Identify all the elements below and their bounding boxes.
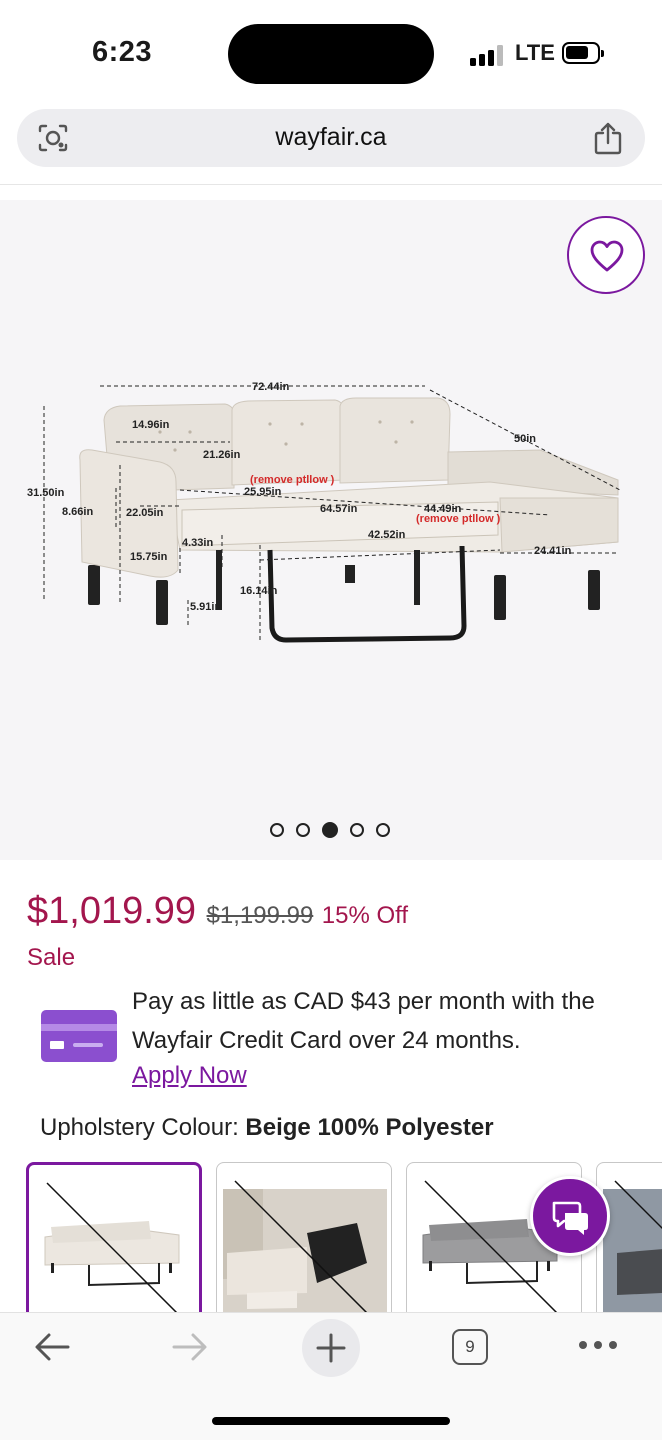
new-tab-button[interactable] (302, 1319, 360, 1377)
more-options-icon[interactable] (578, 1339, 618, 1351)
dim-bed-height: 16.14in (240, 585, 278, 597)
signal-icon (470, 44, 504, 66)
favorite-button[interactable] (567, 216, 645, 294)
header-divider (0, 184, 662, 185)
original-price: $1,199.99 (206, 902, 314, 929)
financing-text: Pay as little as CAD $43 per month with … (132, 988, 595, 1054)
address-bar[interactable]: wayfair.ca (17, 109, 645, 167)
tabs-button[interactable]: 9 (452, 1329, 488, 1365)
product-image-gallery[interactable]: 72.44in 50in 31.50in 14.96in 21.26in (re… (0, 200, 662, 860)
dim-leg: 5.91in (190, 601, 221, 613)
heart-icon (590, 240, 624, 272)
swatch-beige[interactable] (26, 1162, 202, 1312)
dim-bed-thickness: 4.33in (182, 537, 213, 549)
dim-depth: 50in (514, 433, 536, 445)
apply-now-link[interactable]: Apply Now (132, 1062, 247, 1090)
carousel-dot[interactable] (350, 822, 364, 837)
status-bar: 6:23 LTE (0, 0, 662, 100)
network-label: LTE (515, 40, 555, 65)
battery-icon (562, 42, 604, 64)
dim-remove-pillow-2: (remove ptllow ) (416, 513, 501, 525)
share-icon[interactable] (593, 121, 623, 155)
dim-chaise-depth: 24.41in (534, 545, 572, 557)
status-time: 6:23 (92, 36, 153, 68)
carousel-dot[interactable] (270, 822, 284, 837)
option-label: Upholstery Colour: (40, 1114, 246, 1141)
carousel-dot[interactable] (376, 822, 390, 837)
home-indicator (212, 1417, 450, 1425)
forward-arrow-icon[interactable] (170, 1327, 210, 1367)
dim-back-depth: 25.95in (244, 486, 282, 498)
dim-seat-width: 64.57in (320, 503, 358, 515)
chat-icon (552, 1201, 588, 1235)
dim-seat-height: 22.05in (126, 507, 164, 519)
swatch-dark-grey[interactable] (596, 1162, 662, 1312)
credit-card-icon (41, 1010, 117, 1062)
back-arrow-icon[interactable] (32, 1327, 72, 1367)
dynamic-island (228, 24, 434, 84)
plus-icon (316, 1333, 346, 1363)
url-text[interactable]: wayfair.ca (17, 123, 645, 152)
price-row: $1,019.99 $1,199.99 15% Off (27, 890, 408, 933)
dim-arm-depth: 21.26in (203, 449, 241, 461)
dim-arm-width: 14.96in (132, 419, 170, 431)
sale-price: $1,019.99 (27, 890, 197, 932)
dim-width: 72.44in (252, 381, 290, 393)
carousel-dot[interactable] (296, 822, 310, 837)
discount-label: 15% Off (321, 902, 409, 929)
carousel-indicator[interactable] (270, 821, 402, 838)
dim-arm-height: 8.66in (62, 506, 93, 518)
dim-remove-pillow-1: (remove ptllow ) (250, 474, 335, 486)
option-value: Beige 100% Polyester (245, 1114, 494, 1141)
dim-height: 31.50in (27, 487, 65, 499)
dim-leg-to-seat: 15.75in (130, 551, 168, 563)
dim-bed-width: 42.52in (368, 529, 406, 541)
sale-badge: Sale (27, 944, 76, 971)
browser-toolbar: 9 (0, 1312, 662, 1440)
carousel-dot-active[interactable] (322, 821, 338, 838)
sofa-dimension-image: 72.44in 50in 31.50in 14.96in 21.26in (re… (27, 381, 621, 643)
upholstery-option-label: Upholstery Colour: Beige 100% Polyester (40, 1114, 494, 1142)
chat-button[interactable] (530, 1176, 610, 1256)
swatch-beige-room[interactable] (216, 1162, 392, 1312)
